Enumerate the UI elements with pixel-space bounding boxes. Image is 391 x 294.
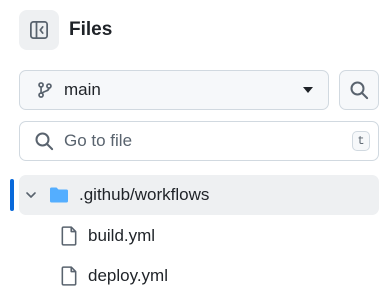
file-icon — [60, 266, 78, 286]
tree-item-file-build-yml[interactable]: build.yml — [19, 216, 379, 256]
collapse-sidebar-button[interactable] — [19, 10, 59, 50]
sidebar-title: Files — [69, 19, 113, 40]
branch-name: main — [64, 80, 101, 99]
active-item-indicator — [10, 179, 14, 211]
go-to-file-input[interactable] — [64, 131, 352, 151]
search-icon — [34, 131, 54, 151]
tree-item-label: deploy.yml — [88, 266, 168, 285]
chevron-down-icon[interactable] — [23, 187, 39, 203]
sidebar-collapse-icon — [29, 20, 49, 40]
tree-item-label: .github/workflows — [79, 185, 210, 204]
git-branch-icon — [36, 81, 54, 99]
search-code-button[interactable] — [339, 70, 379, 110]
triangle-down-icon — [302, 86, 314, 94]
tree-item-label: build.yml — [88, 226, 156, 245]
sidebar-header: Files — [19, 10, 112, 50]
tree-item-folder-github-workflows[interactable]: .github/workflows — [19, 175, 379, 215]
file-icon — [60, 226, 78, 246]
keyboard-shortcut-hint: t — [352, 131, 370, 151]
folder-icon — [49, 186, 69, 204]
tree-item-file-deploy-yml[interactable]: deploy.yml — [19, 256, 379, 294]
branch-select-button[interactable]: main — [19, 70, 329, 110]
search-icon — [349, 80, 369, 100]
file-tree-sidebar: Files main Go to file t .github/workflow… — [0, 0, 391, 294]
go-to-file-field[interactable]: t — [19, 121, 379, 161]
